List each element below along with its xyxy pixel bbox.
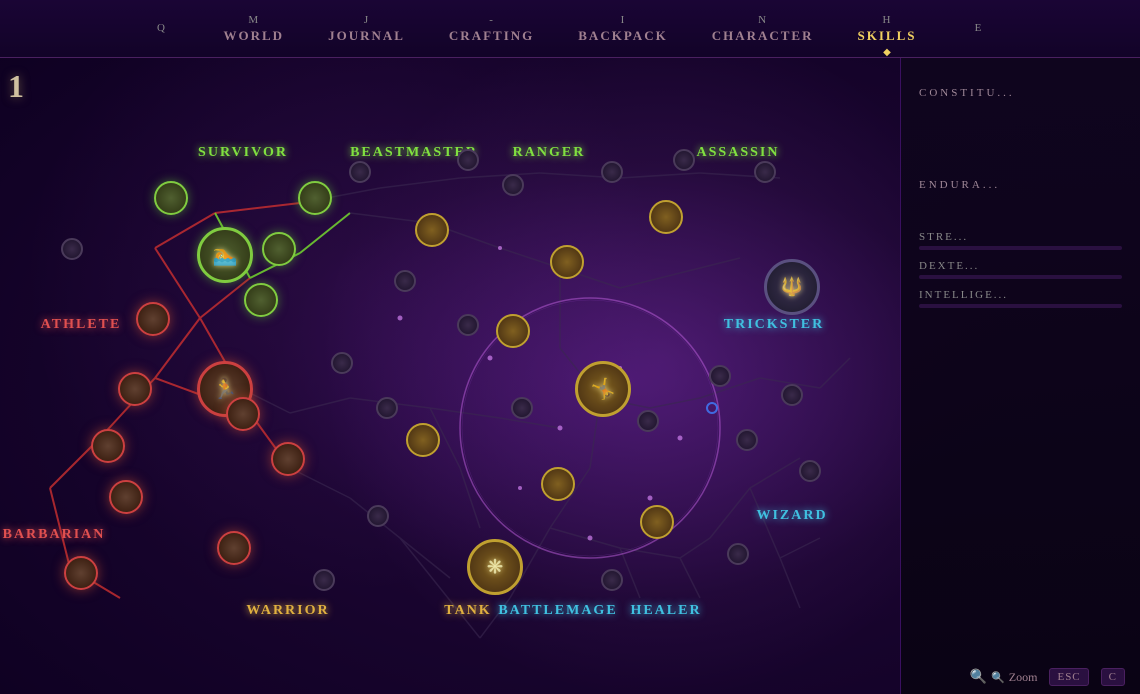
dexterity-bar xyxy=(919,275,1122,279)
class-label-trickster: TRICKSTER xyxy=(724,317,824,333)
skill-node-green-2[interactable] xyxy=(298,181,332,215)
class-label-ranger: RANGER xyxy=(513,145,586,161)
skill-node-sm-7[interactable] xyxy=(754,161,776,183)
intelligence-bar xyxy=(919,304,1122,308)
skill-canvas[interactable]: SURVIVOR BEASTMASTER RANGER ASSASSIN ATH… xyxy=(0,58,900,694)
skill-node-sm-1[interactable] xyxy=(61,238,83,260)
skill-node-sm-3[interactable] xyxy=(457,149,479,171)
skill-node-swimmer[interactable]: 🏊 xyxy=(197,227,253,283)
nav-backpack[interactable]: I BACKPACK xyxy=(556,8,689,50)
skill-node-red-7[interactable] xyxy=(109,480,143,514)
nav-backpack-key: I xyxy=(621,14,626,26)
skill-node-center[interactable]: 🤸 xyxy=(575,361,631,417)
nav-q[interactable]: Q xyxy=(122,16,202,42)
skill-node-red-6[interactable] xyxy=(64,556,98,590)
skill-node-gold-7[interactable] xyxy=(640,505,674,539)
skill-node-red-8[interactable] xyxy=(217,531,251,565)
skill-node-sm-12[interactable] xyxy=(511,397,533,419)
skill-node-sm-10[interactable] xyxy=(331,352,353,374)
skill-node-gold-5[interactable] xyxy=(406,423,440,457)
zoom-icon-2: 🔍 xyxy=(991,671,1005,684)
skill-node-sm-2[interactable] xyxy=(349,161,371,183)
skill-node-green-4[interactable] xyxy=(244,283,278,317)
skill-node-trickster[interactable]: 🔱 xyxy=(764,259,820,315)
zoom-label: Zoom xyxy=(1009,670,1038,685)
skill-node-red-4[interactable] xyxy=(226,397,260,431)
skill-node-sm-5[interactable] xyxy=(601,161,623,183)
c-button[interactable]: C xyxy=(1101,668,1125,686)
skill-node-sm-6[interactable] xyxy=(673,149,695,171)
nav-journal[interactable]: J JOURNAL xyxy=(306,8,427,50)
skill-node-sm-14[interactable] xyxy=(709,365,731,387)
zoom-icon-1: 🔍 xyxy=(970,669,987,686)
skill-node-sm-16[interactable] xyxy=(736,429,758,451)
swimmer-icon: 🏊 xyxy=(213,243,238,268)
bottom-bar: 🔍 🔍 Zoom ESC C xyxy=(955,660,1140,694)
nav-skills-key: H xyxy=(883,14,892,26)
skill-node-green-3[interactable] xyxy=(262,232,296,266)
class-label-tank: TANK xyxy=(444,603,491,619)
class-label-battlemage: BATTLEMAGE xyxy=(498,603,617,619)
trickster-icon: 🔱 xyxy=(781,276,803,297)
navbar: Q M WORLD J JOURNAL - CRAFTING I BACKPAC… xyxy=(0,0,1140,58)
skill-node-red-5[interactable] xyxy=(271,442,305,476)
intelligence-stat: INTELLIGE... xyxy=(919,289,1122,308)
skill-node-sm-20[interactable] xyxy=(367,505,389,527)
zoom-controls[interactable]: 🔍 🔍 Zoom xyxy=(970,669,1038,686)
skill-node-red-3[interactable] xyxy=(91,429,125,463)
nav-q-key: Q xyxy=(157,22,166,34)
class-label-warrior: WARRIOR xyxy=(246,603,329,619)
skill-node-green-1[interactable] xyxy=(154,181,188,215)
esc-button[interactable]: ESC xyxy=(1049,668,1088,686)
strength-stat: STRE... xyxy=(919,231,1122,250)
tank-icon: ❋ xyxy=(487,554,504,579)
nav-world-key: M xyxy=(248,14,259,26)
nav-journal-key: J xyxy=(364,14,369,26)
skill-node-gold-4[interactable] xyxy=(649,200,683,234)
skill-node-gold-6[interactable] xyxy=(541,467,575,501)
dexterity-label: DEXTE... xyxy=(919,260,1122,272)
skill-node-sm-21[interactable] xyxy=(313,569,335,591)
skill-node-sm-19[interactable] xyxy=(601,569,623,591)
endurance-label: ENDURA... xyxy=(919,179,1122,191)
dexterity-stat: DEXTE... xyxy=(919,260,1122,279)
strength-label: STRE... xyxy=(919,231,1122,243)
nav-skills[interactable]: H SKILLS xyxy=(836,8,939,50)
nav-e[interactable]: E xyxy=(938,16,1018,42)
skill-node-sm-8[interactable] xyxy=(394,270,416,292)
nav-e-key: E xyxy=(975,22,983,34)
skill-node-gold-3[interactable] xyxy=(496,314,530,348)
level-indicator: 1 xyxy=(8,68,24,105)
center-icon: 🤸 xyxy=(591,376,616,401)
skill-node-sm-18[interactable] xyxy=(727,543,749,565)
nav-character[interactable]: N CHARACTER xyxy=(690,8,836,50)
skill-node-sm-4[interactable] xyxy=(502,174,524,196)
skill-node-gold-1[interactable] xyxy=(415,213,449,247)
skill-node-sm-13[interactable] xyxy=(637,410,659,432)
class-label-wizard: WIZARD xyxy=(756,508,827,524)
right-panel: CONSTITU... ENDURA... STRE... DEXTE... I… xyxy=(900,58,1140,694)
skill-node-sm-11[interactable] xyxy=(376,397,398,419)
skill-node-sm-17[interactable] xyxy=(799,460,821,482)
skill-node-sm-9[interactable] xyxy=(457,314,479,336)
class-label-athlete: ATHLETE xyxy=(41,317,122,333)
class-label-assassin: ASSASSIN xyxy=(697,145,780,161)
nav-character-key: N xyxy=(758,14,767,26)
constitution-label: CONSTITU... xyxy=(919,87,1122,99)
nav-crafting-key: - xyxy=(489,14,494,26)
runner-icon: 🏃 xyxy=(213,376,238,401)
nav-world[interactable]: M WORLD xyxy=(202,8,307,50)
class-label-survivor: SURVIVOR xyxy=(198,145,288,161)
skill-node-sm-15[interactable] xyxy=(781,384,803,406)
intelligence-label: INTELLIGE... xyxy=(919,289,1122,301)
skill-node-red-1[interactable] xyxy=(136,302,170,336)
class-label-barbarian: BARBARIAN xyxy=(3,527,106,543)
skill-node-red-2[interactable] xyxy=(118,372,152,406)
class-label-healer: HEALER xyxy=(630,603,701,619)
nav-crafting[interactable]: - CRAFTING xyxy=(427,8,556,50)
skill-node-tank[interactable]: ❋ xyxy=(467,539,523,595)
skill-node-gold-2[interactable] xyxy=(550,245,584,279)
strength-bar xyxy=(919,246,1122,250)
